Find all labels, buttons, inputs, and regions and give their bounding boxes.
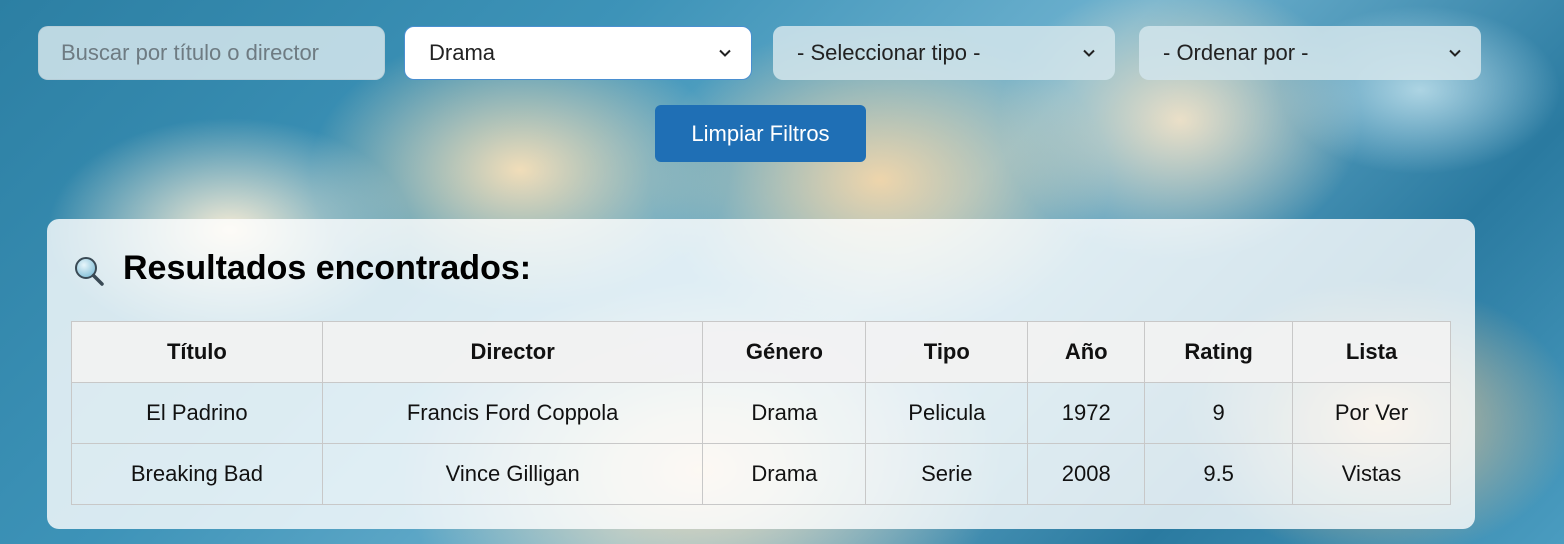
cell-year: 2008 [1027, 443, 1146, 505]
column-header[interactable]: Año [1027, 321, 1146, 383]
cell-type: Serie [865, 443, 1029, 505]
table-header-row: Título Director Género Tipo Año Rating L… [71, 321, 1451, 383]
cell-title: El Padrino [71, 382, 323, 444]
column-header[interactable]: Director [321, 321, 704, 383]
column-header[interactable]: Género [702, 321, 867, 383]
cell-genre: Drama [702, 382, 867, 444]
results-title: Resultados encontrados: [123, 249, 532, 287]
order-select[interactable]: - Ordenar por - [1139, 26, 1481, 80]
genre-select-value: Drama [429, 40, 496, 65]
column-header[interactable]: Título [71, 321, 323, 383]
genre-select[interactable]: Drama [404, 26, 752, 80]
cell-director: Vince Gilligan [321, 443, 704, 505]
clear-filters-button[interactable]: Limpiar Filtros [655, 105, 866, 162]
column-header[interactable]: Rating [1144, 321, 1294, 383]
cell-director: Francis Ford Coppola [321, 382, 704, 444]
chevron-down-icon [1449, 49, 1461, 57]
cell-genre: Drama [702, 443, 867, 505]
search-input[interactable] [59, 39, 366, 67]
column-header[interactable]: Tipo [865, 321, 1029, 383]
search-box[interactable] [38, 26, 385, 80]
results-heading: Resultados encontrados: [73, 249, 531, 288]
type-select[interactable]: - Seleccionar tipo - [773, 26, 1115, 80]
chevron-down-icon [1083, 49, 1095, 57]
results-table: Título Director Género Tipo Año Rating L… [71, 321, 1451, 505]
table-row[interactable]: El Padrino Francis Ford Coppola Drama Pe… [71, 382, 1451, 444]
cell-rating: 9.5 [1144, 443, 1294, 505]
order-select-value: - Ordenar por - [1163, 40, 1309, 65]
filter-bar: Drama - Seleccionar tipo - - Ordenar por… [38, 26, 1488, 82]
magnifying-glass-icon [75, 256, 104, 286]
type-select-value: - Seleccionar tipo - [797, 40, 981, 65]
column-header[interactable]: Lista [1292, 321, 1451, 383]
table-row[interactable]: Breaking Bad Vince Gilligan Drama Serie … [71, 443, 1451, 505]
cell-type: Pelicula [865, 382, 1029, 444]
cell-list: Por Ver [1292, 382, 1451, 444]
chevron-down-icon [719, 49, 731, 57]
cell-title: Breaking Bad [71, 443, 323, 505]
cell-rating: 9 [1144, 382, 1294, 444]
cell-year: 1972 [1027, 382, 1146, 444]
results-panel: Resultados encontrados: Título Director … [47, 219, 1475, 529]
cell-list: Vistas [1292, 443, 1451, 505]
